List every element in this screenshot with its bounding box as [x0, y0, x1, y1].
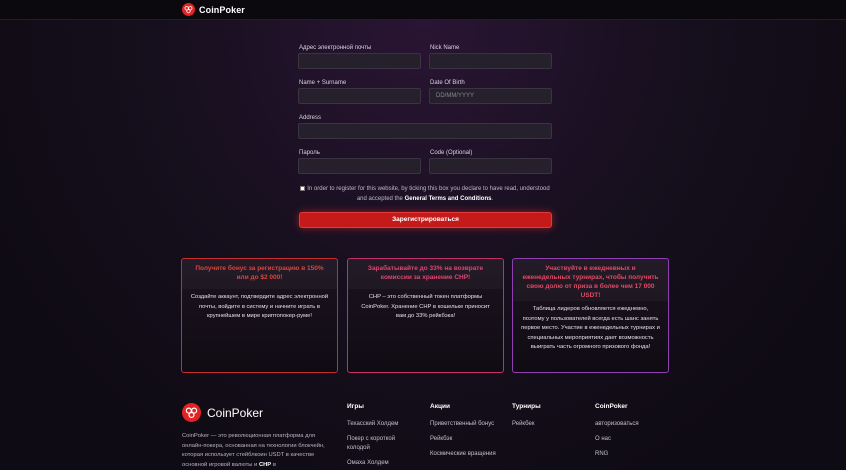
password-label: Пароль — [299, 150, 320, 156]
fullname-field[interactable] — [298, 88, 421, 104]
footer-link[interactable]: О нас — [595, 435, 675, 444]
footer-description: CoinPoker — это революционная платформа … — [182, 432, 332, 470]
header-brand-name: CoinPoker — [199, 4, 245, 15]
footer-link[interactable]: RNG — [595, 450, 675, 459]
terms-end: . — [491, 196, 494, 202]
footer-desc-text: CoinPoker — это революционная платформа … — [182, 433, 325, 468]
top-navbar: CoinPoker — [0, 0, 846, 20]
coinpoker-logo-icon — [182, 403, 201, 422]
dob-field[interactable]: DD/MM/YYYY — [429, 88, 552, 104]
footer-column-title: Турниры — [512, 403, 541, 410]
footer-desc-tail: в — [272, 461, 276, 468]
footer-column-tournaments: Турниры Рейкбек — [512, 403, 592, 435]
promo-card-text: CHP – это собственный токен платформы Co… — [361, 294, 490, 319]
promo-card-title: Получите бонус за регистрацию в 150% или… — [182, 259, 337, 289]
footer-link[interactable]: Рейкбэк — [430, 435, 510, 444]
footer-column-coinpoker: CoinPoker авторизоваться О нас RNG — [595, 403, 675, 465]
address-label: Address — [299, 115, 322, 121]
promo-card-text: Таблица лидеров обновляется ежедневно, п… — [521, 306, 660, 350]
footer-column-title: CoinPoker — [595, 403, 628, 410]
footer-link[interactable]: Техасский Холдем — [347, 420, 427, 429]
email-field[interactable] — [298, 53, 421, 69]
email-label: Адрес электронной почты — [299, 45, 372, 51]
promo-card-bonus: Получите бонус за регистрацию в 150% или… — [181, 258, 338, 373]
nickname-field[interactable] — [429, 53, 552, 69]
promo-code-label: Code (Optional) — [430, 150, 473, 156]
terms-consent: In order to register for this website, b… — [300, 184, 550, 204]
header-logo[interactable]: CoinPoker — [182, 3, 245, 16]
promo-code-field[interactable] — [429, 158, 552, 174]
footer-link[interactable]: Приветственный бонус — [430, 420, 510, 429]
register-button[interactable]: Зарегистрироваться — [299, 212, 552, 228]
password-field[interactable] — [298, 158, 421, 174]
promo-card-tournaments: Участвуйте в ежедневных и еженедельных т… — [512, 258, 669, 373]
footer-logo[interactable]: CoinPoker — [182, 403, 263, 422]
terms-checkbox[interactable] — [300, 185, 306, 191]
coinpoker-logo-icon — [182, 3, 195, 16]
address-field[interactable] — [298, 123, 552, 139]
footer-column-title: Игры — [347, 403, 364, 410]
promo-card-text: Создайте аккаунт, подтвердите адрес элек… — [190, 294, 329, 319]
promo-card-title: Зарабатывайте до 33% на возврате комисси… — [348, 259, 503, 289]
footer-column-title: Акции — [430, 403, 450, 410]
footer-brand-name: CoinPoker — [207, 405, 264, 420]
promo-card-rakeback: Зарабатывайте до 33% на возврате комисси… — [347, 258, 504, 373]
footer-desc-bold: CHP — [258, 461, 272, 468]
footer-link[interactable]: Космические вращения — [430, 450, 510, 459]
footer-link[interactable]: Омаха Холдем — [347, 459, 427, 468]
terms-link[interactable]: General Terms and Conditions — [405, 196, 492, 202]
footer-column-games: Игры Техасский Холдем Покер с короткой к… — [347, 403, 427, 470]
footer-column-promotions: Акции Приветственный бонус Рейкбэк Косми… — [430, 403, 510, 465]
nickname-label: Nick Name — [430, 45, 460, 51]
footer-link[interactable]: Покер с короткой колодой — [347, 435, 407, 453]
promo-card-title: Участвуйте в ежедневных и еженедельных т… — [513, 259, 668, 301]
dob-label: Date Of Birth — [430, 80, 465, 86]
fullname-label: Name + Surname — [299, 80, 347, 86]
footer-link[interactable]: Рейкбек — [512, 420, 592, 429]
footer-link[interactable]: авторизоваться — [595, 420, 675, 429]
